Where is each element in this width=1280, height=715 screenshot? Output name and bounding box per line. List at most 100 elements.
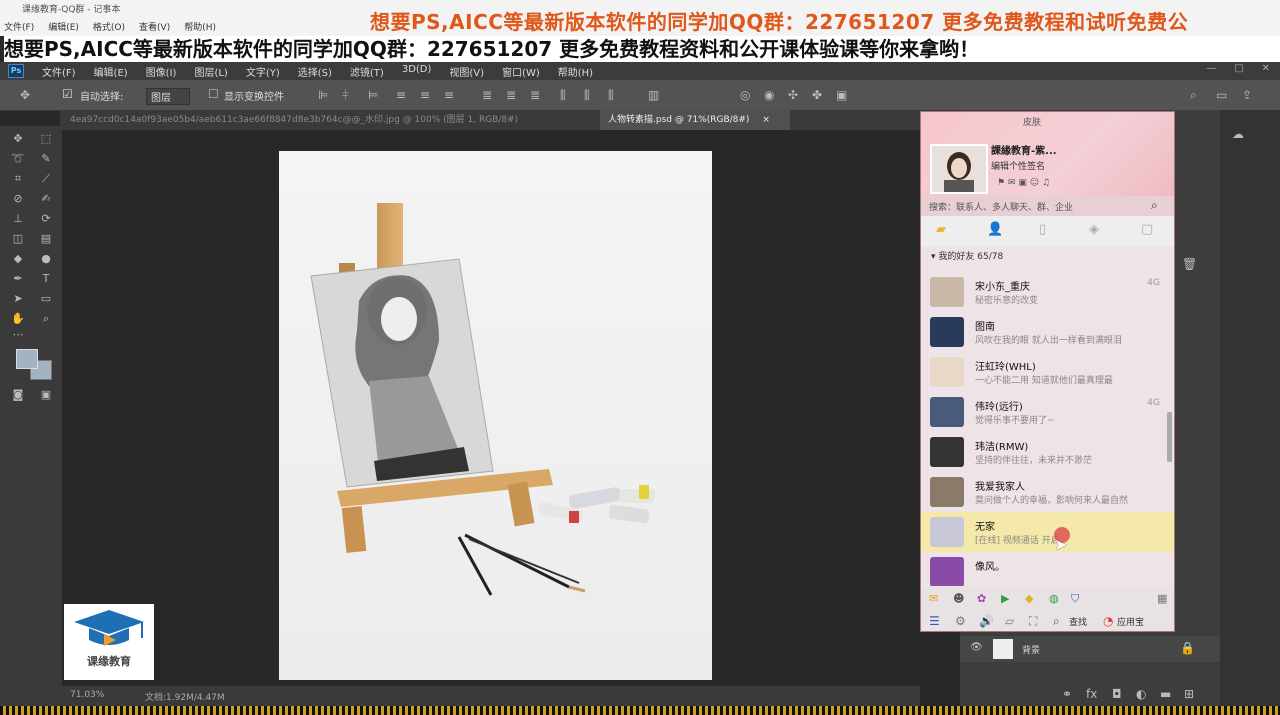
align-center-icon[interactable]: ⫩ [342,89,349,101]
menu-layer[interactable]: 图层(L) [194,64,227,79]
layer-dropdown[interactable]: 图层 [146,88,190,105]
3d-roll-icon[interactable]: ◉ [764,89,774,101]
grid-icon[interactable]: ▦ [1157,592,1167,605]
layer-visibility-icon[interactable]: 👁 [970,642,983,653]
distribute-middle-icon[interactable]: ≣ [506,89,516,101]
list-item[interactable]: 玮洁(RMW) 坚持的伴往往，未来并不渺茫 [921,432,1174,472]
menu-select[interactable]: 选择(S) [298,64,332,79]
marquee-tool-icon[interactable]: ⬚ [38,132,54,146]
3d-pan-icon[interactable]: ✣ [788,89,798,101]
folder-icon[interactable]: ▱ [1005,614,1014,628]
brush-tool-icon[interactable]: ✍ [38,192,54,206]
qq-scrollbar[interactable] [1167,412,1172,462]
list-item[interactable]: 伟玲(远行) 觉得乐事不要用了~ 4G [921,392,1174,432]
auto-select-checkbox[interactable]: ☑ [62,88,73,100]
transform-checkbox[interactable]: ☐ [208,88,219,100]
maximize-button[interactable]: □ [1234,63,1243,74]
mail-icon[interactable]: ✉ [929,592,938,605]
workspace-icon[interactable]: ▭ [1216,89,1227,101]
zoom-level[interactable]: 71.03% [70,690,104,700]
menu-edit[interactable]: 编辑(E) [94,64,128,79]
layer-mask-icon[interactable]: ◘ [1112,688,1122,700]
menu-image[interactable]: 图像(I) [146,64,177,79]
tab-inactive-document[interactable]: 4ea97ccd0c14a0f93ae05b4/aeb611c3ae66f884… [70,110,590,130]
auto-align-icon[interactable]: ▥ [648,89,659,101]
friend-group-header[interactable]: ▾ 我的好友 65/78 [931,249,1003,262]
message-tab-icon[interactable]: ▰ [936,222,946,237]
share-icon[interactable]: ⇪ [1242,89,1252,101]
minimize-button[interactable]: — [1206,63,1216,74]
healing-tool-icon[interactable]: ⊘ [10,192,26,206]
document-info[interactable]: 文档:1.92M/4.47M [145,690,225,703]
app-store-icon[interactable]: ◔ [1103,614,1113,628]
find-icon[interactable]: ⌕ [1053,614,1060,629]
play-icon[interactable]: ▶ [1001,592,1009,605]
qq-window[interactable]: 皮肤 課緣教育-紫... 编辑个性签名 ⚑ ✉ ▣ ☺ ♫ 搜索：联系人、多人聊… [920,111,1175,632]
qq-signature[interactable]: 编辑个性签名 [991,159,1045,172]
new-group-icon[interactable]: ▬ [1160,688,1171,700]
distribute-bottom-icon[interactable]: ≣ [530,89,540,101]
distribute-left-icon[interactable]: ⫼ [560,89,566,101]
trash-icon[interactable]: 🗑 [1182,258,1197,270]
align-top-icon[interactable]: ≡ [396,89,406,101]
notepad-menu-help[interactable]: 帮助(H) [184,20,216,33]
new-layer-icon[interactable]: ⊞ [1184,688,1194,700]
align-right-icon[interactable]: ⊨ [368,89,378,101]
cloud-icon[interactable]: ☁ [1232,128,1244,140]
search-input[interactable]: 搜索：联系人、多人聊天、群、企业 [929,200,1073,213]
eyedropper-tool-icon[interactable]: ⟋ [38,172,54,186]
dodge-tool-icon[interactable]: ● [38,252,54,266]
pen-tool-icon[interactable]: ✒ [10,272,26,286]
menu-file[interactable]: 文件(F) [42,64,76,79]
list-item[interactable]: 我爱我家人 莫问做个人的幸福，影响何来人最自然 [921,472,1174,512]
document-canvas[interactable] [279,151,712,680]
space-tab-icon[interactable]: ▯ [1039,222,1046,237]
list-item[interactable]: 图南 风吹在我的眼 就人出一样看到满眼泪 [921,312,1174,352]
notepad-menu-edit[interactable]: 编辑(E) [48,20,79,33]
flower-icon[interactable]: ✿ [977,592,986,605]
align-left-icon[interactable]: ⊫ [318,89,328,101]
screenshot-icon[interactable]: ⛶ [1029,614,1037,629]
quick-mask-icon[interactable]: ◙ [10,388,26,402]
foreground-color-swatch[interactable] [16,349,38,369]
blur-tool-icon[interactable]: ◆ [10,252,26,266]
close-button[interactable]: ✕ [1262,63,1270,74]
tab-close-icon[interactable]: × [762,115,770,125]
volume-icon[interactable]: 🔊 [979,614,994,628]
shield-icon[interactable]: ⛉ [1071,592,1079,606]
align-bottom-icon[interactable]: ≡ [444,89,454,101]
path-select-tool-icon[interactable]: ➤ [10,292,26,306]
groups-tab-icon[interactable]: ◈ [1089,222,1099,237]
more-tools-icon[interactable]: ⋯ [10,328,26,342]
search-icon[interactable]: ⌕ [1190,89,1197,101]
align-middle-icon[interactable]: ≡ [420,89,430,101]
3d-orbit-icon[interactable]: ◎ [740,89,750,101]
menu-3d[interactable]: 3D(D) [402,64,432,79]
move-tool-icon[interactable]: ✥ [20,89,30,101]
eraser-tool-icon[interactable]: ◫ [10,232,26,246]
menu-view[interactable]: 视图(V) [449,64,484,79]
list-item[interactable]: 宋小东_重庆 秘密乐意的改变 4G [921,272,1174,312]
history-brush-tool-icon[interactable]: ⟳ [38,212,54,226]
move-tool-icon[interactable]: ✥ [10,132,26,146]
contacts-tab-icon[interactable]: 👤 [987,222,1003,237]
quick-select-tool-icon[interactable]: ✎ [38,152,54,166]
type-tool-icon[interactable]: T [38,272,54,286]
qq-skin-label[interactable]: 皮肤 [1023,115,1041,128]
menu-filter[interactable]: 滤镜(T) [350,64,384,79]
hand-tool-icon[interactable]: ✋ [10,312,26,326]
phone-tab-icon[interactable]: ▢ [1141,222,1153,237]
game-icon[interactable]: ◆ [1025,592,1033,605]
adjustment-layer-icon[interactable]: ◐ [1136,688,1146,700]
app-store-button[interactable]: 应用宝 [1117,615,1144,628]
notepad-menu-format[interactable]: 格式(O) [93,20,125,33]
distribute-top-icon[interactable]: ≣ [482,89,492,101]
shape-tool-icon[interactable]: ▭ [38,292,54,306]
penguin-icon[interactable]: ☻ [953,592,964,605]
zoom-tool-icon[interactable]: ⌕ [38,312,54,326]
main-menu-icon[interactable]: ☰ [929,614,940,628]
notepad-menu-view[interactable]: 查看(V) [139,20,170,33]
security-icon[interactable]: ◍ [1049,592,1059,605]
stamp-tool-icon[interactable]: ⊥ [10,212,26,226]
find-button[interactable]: 查找 [1069,615,1087,628]
